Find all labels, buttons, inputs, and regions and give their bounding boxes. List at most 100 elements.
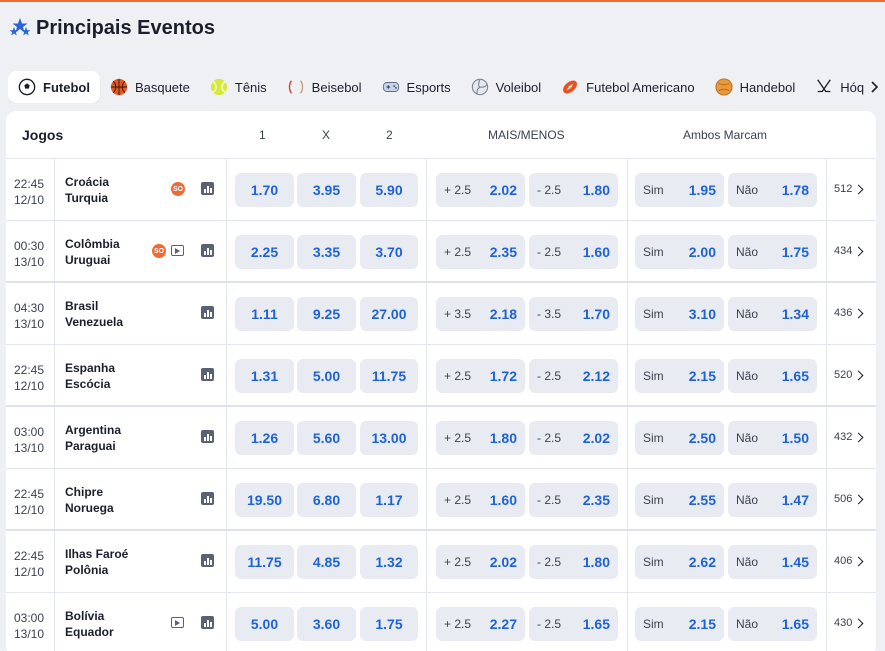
odd-btts-no-button[interactable]: Não 1.65 (728, 359, 817, 393)
tab-label: Handebol (739, 79, 796, 95)
btts-yes-value: 2.62 (688, 554, 716, 570)
odd-over-button[interactable]: + 2.5 1.60 (436, 483, 525, 517)
odd-over-button[interactable]: + 2.5 2.02 (436, 173, 525, 207)
match-teams[interactable]: Chipre Noruega (65, 484, 114, 516)
odd-under-button[interactable]: - 2.5 1.65 (529, 607, 618, 641)
more-markets-link[interactable]: 430 (834, 617, 864, 629)
odd-home-button[interactable]: 5.00 (235, 607, 294, 641)
odd-draw-button[interactable]: 3.35 (297, 235, 356, 269)
odd-home-button[interactable]: 1.31 (235, 359, 294, 393)
tab-esports[interactable]: Esports (372, 71, 461, 103)
tab-voleibol[interactable]: Voleibol (461, 71, 552, 103)
odd-btts-yes-button[interactable]: Sim 2.15 (635, 607, 724, 641)
odd-home-button[interactable]: 1.11 (235, 297, 294, 331)
odd-draw-button[interactable]: 3.60 (297, 607, 356, 641)
odd-home-button[interactable]: 19.50 (235, 483, 294, 517)
more-markets-link[interactable]: 506 (834, 493, 864, 505)
odd-draw-button[interactable]: 5.00 (297, 359, 356, 393)
odd-over-button[interactable]: + 2.5 2.02 (436, 545, 525, 579)
odd-btts-no-button[interactable]: Não 1.45 (728, 545, 817, 579)
odd-over-button[interactable]: + 2.5 1.72 (436, 359, 525, 393)
live-stream-icon[interactable] (171, 617, 184, 628)
statistics-icon[interactable] (201, 306, 214, 319)
odd-under-button[interactable]: - 2.5 2.12 (529, 359, 618, 393)
more-markets-link[interactable]: 436 (834, 307, 864, 319)
more-markets-link[interactable]: 512 (834, 183, 864, 195)
tab-handebol[interactable]: Handebol (705, 71, 806, 103)
odd-draw-button[interactable]: 9.25 (297, 297, 356, 331)
odd-under-button[interactable]: - 2.5 2.02 (529, 421, 618, 455)
btts-no-label: Não (736, 183, 759, 197)
statistics-icon[interactable] (201, 182, 214, 195)
odd-away-button[interactable]: 1.17 (360, 483, 418, 517)
match-teams[interactable]: Bolívia Equador (65, 608, 114, 640)
odd-away-button[interactable]: 1.75 (360, 607, 418, 641)
match-teams[interactable]: Argentina Paraguai (65, 422, 121, 454)
odd-under-button[interactable]: - 3.5 1.70 (529, 297, 618, 331)
odd-home-button[interactable]: 11.75 (235, 545, 294, 579)
odd-draw-button[interactable]: 3.95 (297, 173, 356, 207)
odd-draw-button[interactable]: 4.85 (297, 545, 356, 579)
tab-beisebol[interactable]: Beisebol (277, 71, 372, 103)
odd-btts-no-button[interactable]: Não 1.50 (728, 421, 817, 455)
odd-btts-no-button[interactable]: Não 1.78 (728, 173, 817, 207)
tab-tenis[interactable]: Tênis (200, 71, 277, 103)
statistics-icon[interactable] (201, 430, 214, 443)
more-markets-link[interactable]: 406 (834, 555, 864, 567)
odd-over-button[interactable]: + 3.5 2.18 (436, 297, 525, 331)
tab-futebol[interactable]: Futebol (8, 71, 100, 103)
more-markets-link[interactable]: 434 (834, 245, 864, 257)
odd-away-button[interactable]: 1.32 (360, 545, 418, 579)
odd-btts-yes-button[interactable]: Sim 2.55 (635, 483, 724, 517)
statistics-icon[interactable] (201, 492, 214, 505)
statistics-icon[interactable] (201, 554, 214, 567)
odd-over-button[interactable]: + 2.5 2.35 (436, 235, 525, 269)
table-row: 03:00 13/10 Argentina Paraguai 1.26 5.60 13.00… (6, 407, 876, 469)
more-markets-link[interactable]: 520 (834, 369, 864, 381)
match-teams[interactable]: Ilhas Faroé Polônia (65, 546, 128, 578)
odd-over-button[interactable]: + 2.5 1.80 (436, 421, 525, 455)
away-team: Noruega (65, 501, 114, 515)
odd-away-button[interactable]: 5.90 (360, 173, 418, 207)
match-teams[interactable]: Croácia Turquia (65, 174, 109, 206)
odd-away-button[interactable]: 13.00 (360, 421, 418, 455)
odd-away-button[interactable]: 3.70 (360, 235, 418, 269)
odd-home-button[interactable]: 1.70 (235, 173, 294, 207)
match-teams[interactable]: Brasil Venezuela (65, 298, 123, 330)
odd-btts-no-button[interactable]: Não 1.75 (728, 235, 817, 269)
tab-futebol-americano[interactable]: Futebol Americano (551, 71, 704, 103)
match-time: 22:45 12/10 (14, 362, 44, 394)
table-row: 22:45 12/10 Espanha Escócia 1.31 5.00 11.75 + 2… (6, 345, 876, 407)
live-stream-icon[interactable] (171, 245, 184, 256)
statistics-icon[interactable] (201, 368, 214, 381)
odd-under-button[interactable]: - 2.5 1.80 (529, 173, 618, 207)
odd-draw-button[interactable]: 6.80 (297, 483, 356, 517)
odd-btts-no-button[interactable]: Não 1.34 (728, 297, 817, 331)
odd-btts-no-button[interactable]: Não 1.47 (728, 483, 817, 517)
more-markets-count: 520 (834, 369, 853, 381)
odd-home-button[interactable]: 2.25 (235, 235, 294, 269)
odd-away-button[interactable]: 11.75 (360, 359, 418, 393)
statistics-icon[interactable] (201, 616, 214, 629)
odd-away-button[interactable]: 27.00 (360, 297, 418, 331)
odd-under-button[interactable]: - 2.5 1.60 (529, 235, 618, 269)
odd-btts-yes-button[interactable]: Sim 2.15 (635, 359, 724, 393)
table-row: 03:00 13/10 Bolívia Equador 5.00 3.60 1.75 + 2.… (6, 593, 876, 651)
odd-home-button[interactable]: 1.26 (235, 421, 294, 455)
match-teams[interactable]: Espanha Escócia (65, 360, 115, 392)
statistics-icon[interactable] (201, 244, 214, 257)
odd-btts-yes-button[interactable]: Sim 2.00 (635, 235, 724, 269)
odd-btts-no-button[interactable]: Não 1.65 (728, 607, 817, 641)
odd-btts-yes-button[interactable]: Sim 2.62 (635, 545, 724, 579)
more-markets-link[interactable]: 432 (834, 431, 864, 443)
odd-draw-button[interactable]: 5.60 (297, 421, 356, 455)
odd-over-button[interactable]: + 2.5 2.27 (436, 607, 525, 641)
tab-basquete[interactable]: Basquete (100, 71, 200, 103)
odd-under-button[interactable]: - 2.5 2.35 (529, 483, 618, 517)
odd-btts-yes-button[interactable]: Sim 2.50 (635, 421, 724, 455)
match-teams[interactable]: Colômbia Uruguai (65, 236, 120, 268)
odd-btts-yes-button[interactable]: Sim 1.95 (635, 173, 724, 207)
odd-under-button[interactable]: - 2.5 1.80 (529, 545, 618, 579)
odd-btts-yes-button[interactable]: Sim 3.10 (635, 297, 724, 331)
tabs-scroll-right[interactable] (863, 71, 885, 103)
